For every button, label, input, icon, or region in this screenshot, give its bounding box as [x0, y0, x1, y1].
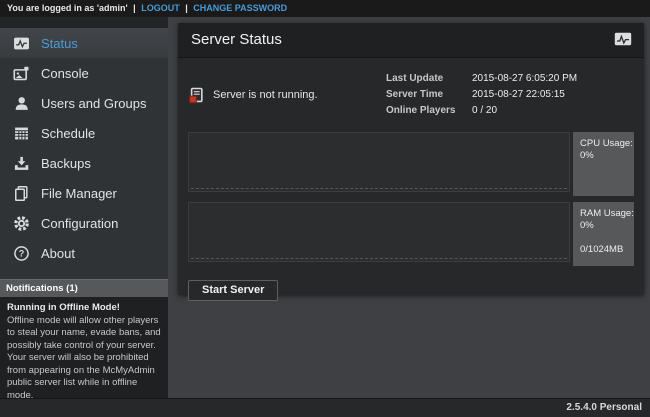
sidebar-item-label: Schedule: [41, 126, 95, 141]
info-value: 2015-08-27 6:05:20 PM: [468, 72, 622, 86]
info-label: Server Time: [386, 88, 466, 102]
sidebar-item-configuration[interactable]: Configuration: [0, 208, 168, 238]
ram-usage-chart: [188, 202, 570, 262]
cpu-usage-row: CPU Usage: 0%: [188, 132, 634, 192]
cpu-usage-box: CPU Usage: 0%: [573, 132, 634, 196]
info-row-online-players: Online Players 0 / 20: [386, 104, 622, 118]
ram-usage-value: 0%: [580, 220, 634, 232]
backups-icon: [13, 155, 30, 172]
sidebar-item-about[interactable]: ? About: [0, 238, 168, 268]
gear-icon: [13, 215, 30, 232]
sidebar: Status Console Users and Groups Schedule: [0, 17, 168, 398]
info-row: Server is not running. Last Update 2015-…: [188, 70, 634, 120]
status-icon: [13, 35, 30, 52]
notification-item: Running in Offline Mode! Offline mode wi…: [0, 297, 168, 407]
server-info-table: Last Update 2015-08-27 6:05:20 PM Server…: [384, 70, 624, 120]
notifications-header: Notifications (1): [0, 279, 168, 297]
separator: |: [185, 3, 188, 13]
info-label: Online Players: [386, 104, 466, 118]
info-value: 0 / 20: [468, 104, 622, 118]
users-icon: [13, 95, 30, 112]
version-label: 2.5.4.0 Personal: [566, 402, 642, 413]
logged-in-text: You are logged in as 'admin': [7, 3, 128, 13]
sidebar-item-schedule[interactable]: Schedule: [0, 118, 168, 148]
console-icon: [13, 65, 30, 82]
file-manager-icon: [13, 185, 30, 202]
panel-body: Server is not running. Last Update 2015-…: [178, 58, 644, 301]
status-text: Server is not running.: [213, 89, 318, 101]
server-status-panel: Server Status Server is not running. Las…: [178, 23, 644, 295]
cpu-usage-label: CPU Usage:: [580, 138, 634, 150]
notification-text: Offline mode will allow other players to…: [7, 315, 161, 403]
sidebar-item-label: File Manager: [41, 186, 117, 201]
sidebar-item-backups[interactable]: Backups: [0, 148, 168, 178]
change-password-link[interactable]: CHANGE PASSWORD: [193, 3, 287, 13]
panel-header: Server Status: [178, 23, 644, 58]
cpu-usage-value: 0%: [580, 150, 634, 162]
info-row-last-update: Last Update 2015-08-27 6:05:20 PM: [386, 72, 622, 86]
sidebar-item-label: Console: [41, 66, 89, 81]
top-login-bar: You are logged in as 'admin' | LOGOUT | …: [0, 0, 650, 17]
status-pulse-icon: [614, 32, 632, 46]
schedule-icon: [13, 125, 30, 142]
info-value: 2015-08-27 22:05:15: [468, 88, 622, 102]
svg-text:?: ?: [19, 248, 25, 258]
logout-link[interactable]: LOGOUT: [141, 3, 180, 13]
sidebar-item-label: Status: [41, 36, 78, 51]
ram-usage-row: RAM Usage: 0% 0/1024MB: [188, 202, 634, 262]
sidebar-item-label: Users and Groups: [41, 96, 147, 111]
sidebar-item-label: Backups: [41, 156, 91, 171]
question-icon: ?: [13, 245, 30, 262]
footer-bar: 2.5.4.0 Personal: [0, 398, 650, 417]
server-stopped-icon: [188, 87, 205, 104]
sidebar-item-label: About: [41, 246, 75, 261]
notification-title: Running in Offline Mode!: [7, 302, 161, 315]
sidebar-menu: Status Console Users and Groups Schedule: [0, 28, 168, 279]
page-title: Server Status: [178, 23, 644, 57]
ram-usage-label: RAM Usage:: [580, 208, 634, 220]
sidebar-item-users-and-groups[interactable]: Users and Groups: [0, 88, 168, 118]
info-label: Last Update: [386, 72, 466, 86]
info-row-server-time: Server Time 2015-08-27 22:05:15: [386, 88, 622, 102]
server-status-message: Server is not running.: [188, 70, 318, 120]
separator: |: [133, 3, 136, 13]
sidebar-item-console[interactable]: Console: [0, 58, 168, 88]
sidebar-item-label: Configuration: [41, 216, 118, 231]
sidebar-item-status[interactable]: Status: [0, 28, 168, 58]
cpu-usage-chart: [188, 132, 570, 192]
ram-usage-detail: 0/1024MB: [580, 244, 634, 256]
ram-usage-box: RAM Usage: 0% 0/1024MB: [573, 202, 634, 266]
main-area: Server Status Server is not running. Las…: [168, 17, 650, 398]
sidebar-item-file-manager[interactable]: File Manager: [0, 178, 168, 208]
start-server-button[interactable]: Start Server: [188, 280, 278, 301]
